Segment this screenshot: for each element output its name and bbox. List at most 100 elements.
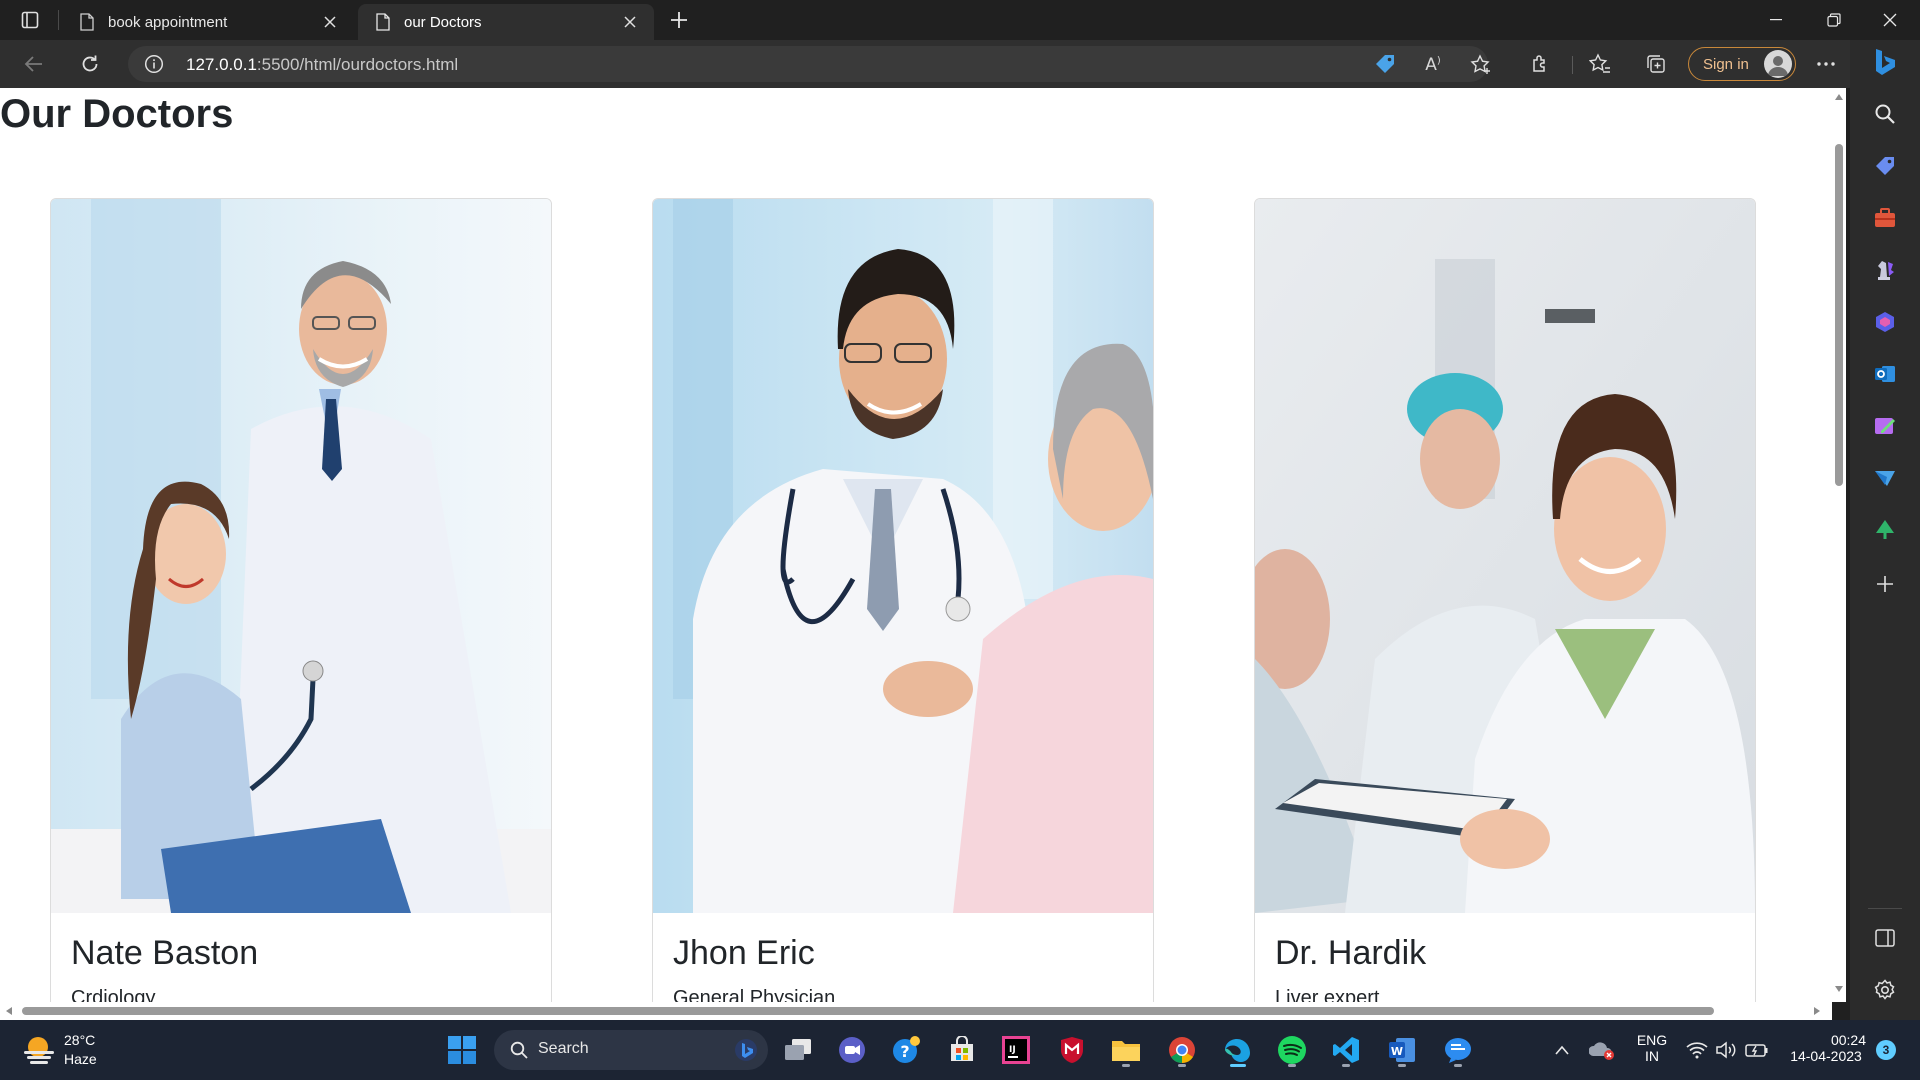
- coupon-tag-icon[interactable]: [1374, 54, 1396, 76]
- running-indicator: [1178, 1064, 1186, 1067]
- edge-sidebar: [1850, 40, 1920, 1020]
- scroll-left-icon[interactable]: [6, 1007, 12, 1015]
- refresh-icon[interactable]: [74, 48, 106, 80]
- more-options-icon[interactable]: [1810, 48, 1842, 80]
- doctor-name: Jhon Eric: [673, 934, 815, 972]
- running-indicator: [1288, 1064, 1296, 1067]
- search-label: Search: [538, 1040, 589, 1057]
- clock[interactable]: 00:24 14-04-2023: [1784, 1032, 1868, 1064]
- scroll-down-icon[interactable]: [1835, 986, 1843, 992]
- doctor-card: Dr. Hardik Liver expert: [1254, 198, 1756, 1002]
- avatar: [1764, 50, 1792, 78]
- extensions-icon[interactable]: [1524, 48, 1556, 80]
- bing-chat-icon[interactable]: [1867, 44, 1903, 80]
- svg-text:IJ: IJ: [1009, 1045, 1016, 1055]
- bing-icon: [735, 1039, 757, 1061]
- page-icon: [80, 13, 94, 31]
- site-info-icon[interactable]: [144, 54, 164, 74]
- tab-title: book appointment: [108, 13, 228, 31]
- window-close-icon[interactable]: [1862, 0, 1918, 40]
- sign-in-button[interactable]: Sign in: [1688, 47, 1796, 81]
- intellij-icon[interactable]: IJ: [996, 1030, 1036, 1070]
- running-indicator: [1398, 1064, 1406, 1067]
- page-viewport: Our Doctors Nate Baston Crdiology Jhon E…: [0, 88, 1832, 1002]
- battery-icon[interactable]: [1740, 1030, 1774, 1070]
- doctor-specialty: Crdiology: [71, 987, 156, 1002]
- read-aloud-icon[interactable]: A): [1422, 54, 1444, 76]
- chrome-icon[interactable]: [1162, 1030, 1202, 1070]
- weather-condition: Haze: [64, 1051, 97, 1067]
- vertical-scrollbar[interactable]: [1832, 88, 1846, 1002]
- chat-app-icon[interactable]: [1438, 1030, 1478, 1070]
- favorites-icon[interactable]: [1584, 48, 1616, 80]
- settings-gear-icon[interactable]: [1867, 972, 1903, 1008]
- search-icon: [510, 1041, 528, 1059]
- edge-icon[interactable]: [1218, 1030, 1258, 1070]
- horizontal-scrollbar[interactable]: [0, 1002, 1832, 1020]
- clock-time: 00:24: [1830, 1032, 1866, 1048]
- microsoft-store-icon[interactable]: [942, 1030, 982, 1070]
- tab-title: our Doctors: [404, 13, 482, 31]
- search-icon[interactable]: [1867, 96, 1903, 132]
- onedrive-error-icon[interactable]: [1582, 1030, 1622, 1070]
- windows-start-icon[interactable]: [442, 1030, 482, 1070]
- region-code: IN: [1645, 1048, 1659, 1064]
- scroll-up-icon[interactable]: [1835, 94, 1843, 100]
- active-indicator: [1230, 1064, 1246, 1067]
- doctor-name: Nate Baston: [71, 934, 259, 972]
- address-bar[interactable]: 127.0.0.1:5500/html/ourdoctors.html A): [128, 46, 1490, 82]
- new-tab-icon[interactable]: [662, 6, 696, 34]
- teams-chat-icon[interactable]: [832, 1030, 872, 1070]
- url-text[interactable]: 127.0.0.1:5500/html/ourdoctors.html: [186, 55, 458, 75]
- tab-separator: [58, 10, 59, 30]
- show-hidden-icons[interactable]: [1542, 1030, 1582, 1070]
- add-sidebar-app-icon[interactable]: [1867, 566, 1903, 602]
- tab-our-doctors[interactable]: our Doctors: [358, 4, 654, 40]
- word-icon[interactable]: W: [1382, 1030, 1422, 1070]
- file-explorer-icon[interactable]: [1106, 1030, 1146, 1070]
- doctor-card: Nate Baston Crdiology: [50, 198, 552, 1002]
- language-indicator[interactable]: ENG IN: [1632, 1032, 1672, 1064]
- close-icon[interactable]: [318, 10, 342, 34]
- spotify-icon[interactable]: [1272, 1030, 1312, 1070]
- taskbar-search[interactable]: Search: [494, 1030, 768, 1070]
- toolbar-separator: [1572, 56, 1573, 74]
- page-icon: [376, 13, 390, 31]
- tree-icon[interactable]: [1867, 512, 1903, 548]
- mcafee-icon[interactable]: [1052, 1030, 1092, 1070]
- wifi-icon[interactable]: [1680, 1030, 1714, 1070]
- doctor-name: Dr. Hardik: [1275, 934, 1427, 972]
- designer-icon[interactable]: [1867, 408, 1903, 444]
- add-favorite-icon[interactable]: [1470, 54, 1492, 76]
- scroll-right-icon[interactable]: [1814, 1007, 1820, 1015]
- tab-actions-icon[interactable]: [10, 6, 50, 34]
- hide-sidebar-icon[interactable]: [1867, 920, 1903, 956]
- shopping-tag-icon[interactable]: [1867, 148, 1903, 184]
- svg-text:W: W: [1391, 1045, 1403, 1058]
- sign-in-label: Sign in: [1703, 55, 1749, 73]
- close-icon[interactable]: [618, 10, 642, 34]
- minimize-icon[interactable]: [1748, 0, 1804, 40]
- running-indicator: [1122, 1064, 1130, 1067]
- doctor-photo: [1255, 199, 1755, 913]
- volume-icon[interactable]: [1710, 1030, 1744, 1070]
- weather-widget[interactable]: 28°C Haze: [20, 1030, 140, 1070]
- outlook-icon[interactable]: [1867, 356, 1903, 392]
- send-icon[interactable]: [1867, 460, 1903, 496]
- scroll-thumb[interactable]: [1835, 144, 1843, 486]
- back-icon[interactable]: [18, 48, 50, 80]
- vscode-icon[interactable]: [1326, 1030, 1366, 1070]
- weather-haze-icon: [24, 1037, 54, 1064]
- tab-book-appointment[interactable]: book appointment: [62, 4, 354, 40]
- scroll-thumb[interactable]: [22, 1007, 1714, 1015]
- games-icon[interactable]: [1867, 252, 1903, 288]
- notification-badge[interactable]: 3: [1876, 1040, 1896, 1060]
- collections-icon[interactable]: [1640, 48, 1672, 80]
- clock-date: 14-04-2023: [1790, 1048, 1862, 1064]
- weather-temperature: 28°C: [64, 1032, 96, 1048]
- tips-icon[interactable]: ?: [886, 1030, 926, 1070]
- tools-icon[interactable]: [1867, 200, 1903, 236]
- task-view-icon[interactable]: [778, 1030, 818, 1070]
- restore-icon[interactable]: [1806, 0, 1862, 40]
- copilot-icon[interactable]: [1867, 304, 1903, 340]
